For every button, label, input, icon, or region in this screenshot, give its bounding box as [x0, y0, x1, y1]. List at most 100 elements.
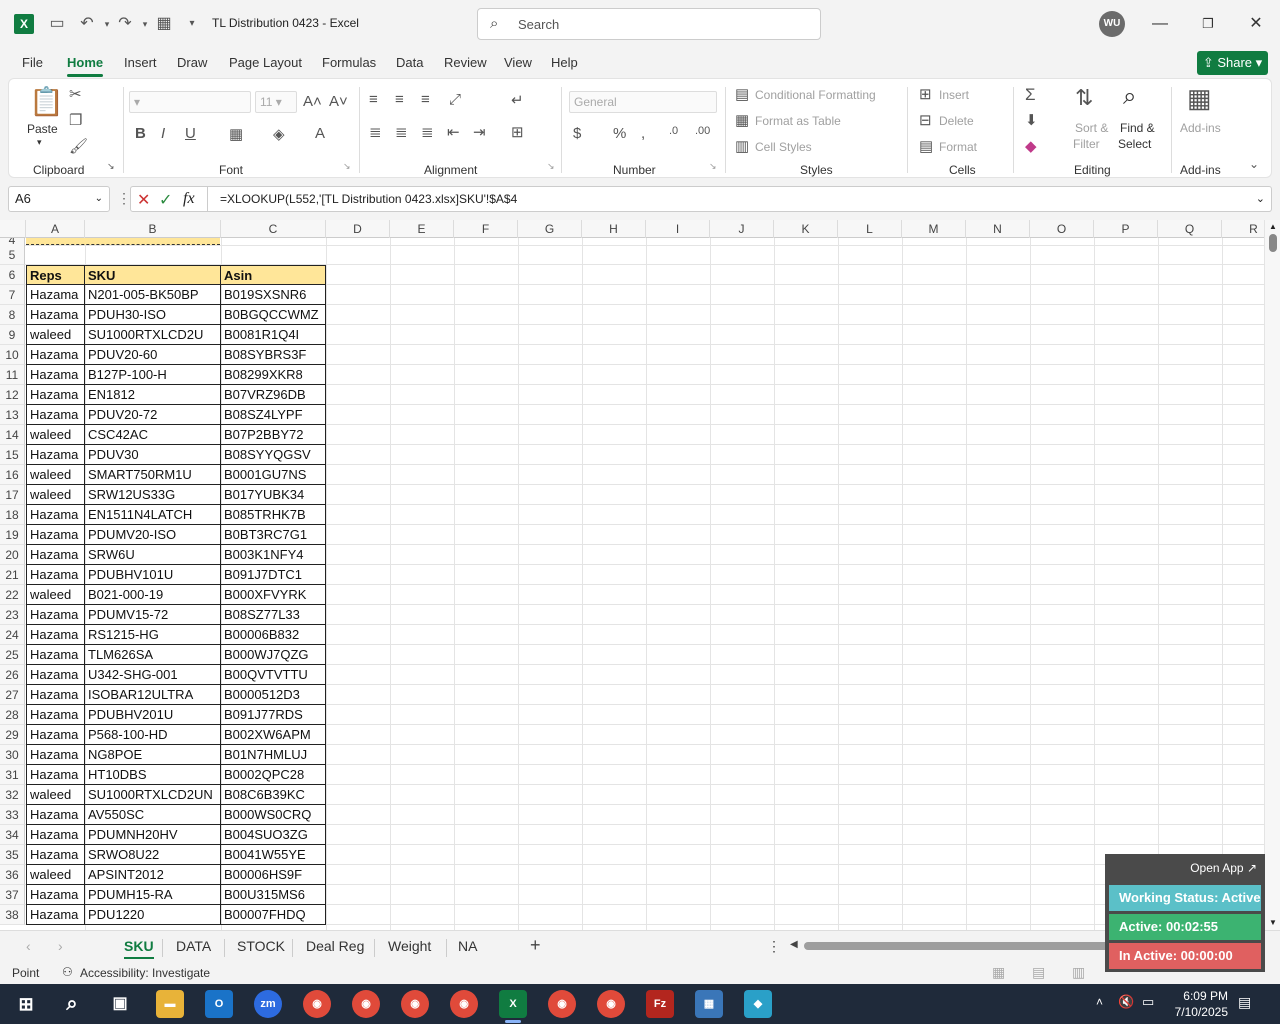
table-cell[interactable]: PDUMV20-ISO	[85, 525, 221, 545]
table-cell[interactable]: Hazama	[26, 765, 85, 785]
row-header[interactable]: 35	[0, 845, 25, 865]
table-cell[interactable]: B08SZ77L33	[221, 605, 326, 625]
sheet-tab-sku[interactable]: SKU	[124, 938, 154, 959]
table-cell[interactable]: Hazama	[26, 725, 85, 745]
table-cell[interactable]: Hazama	[26, 805, 85, 825]
table-cell[interactable]: PDUBHV101U	[85, 565, 221, 585]
table-cell[interactable]: PDUV20-72	[85, 405, 221, 425]
row-4-cells-partial[interactable]	[26, 238, 220, 245]
table-cell[interactable]: Hazama	[26, 385, 85, 405]
table-cell[interactable]: SRW6U	[85, 545, 221, 565]
chrome-profile-4-icon[interactable]: ◉	[450, 990, 478, 1018]
alignment-launcher-icon[interactable]: ↘	[547, 161, 555, 172]
cut-icon[interactable]: ✂	[69, 85, 82, 103]
table-cell[interactable]: Hazama	[26, 605, 85, 625]
table-cell[interactable]: SU1000RTXLCD2U	[85, 325, 221, 345]
chrome-profile-5-icon[interactable]: ◉	[548, 990, 576, 1018]
name-box-dropdown-icon[interactable]: ⌄	[95, 187, 103, 211]
number-launcher-icon[interactable]: ↘	[709, 161, 717, 172]
table-cell[interactable]: waleed	[26, 425, 85, 445]
more-options-icon[interactable]: ⋮	[117, 190, 131, 207]
table-cell[interactable]: EN1812	[85, 385, 221, 405]
sort-label[interactable]: Sort &	[1075, 121, 1108, 135]
row-header[interactable]: 9	[0, 325, 25, 345]
table-cell[interactable]: RS1215-HG	[85, 625, 221, 645]
menu-view[interactable]: View	[504, 55, 532, 70]
row-header[interactable]: 37	[0, 885, 25, 905]
column-header[interactable]: G	[518, 220, 582, 238]
table-cell[interactable]: waleed	[26, 585, 85, 605]
table-cell[interactable]: B0000512D3	[221, 685, 326, 705]
table-cell[interactable]: B091J7DTC1	[221, 565, 326, 585]
search-box[interactable]: ⌕ Search	[477, 8, 821, 40]
row-header[interactable]: 20	[0, 545, 25, 565]
comma-style-icon[interactable]: ,	[641, 125, 645, 142]
row-header[interactable]: 30	[0, 745, 25, 765]
table-cell[interactable]: Hazama	[26, 445, 85, 465]
menu-data[interactable]: Data	[396, 55, 423, 70]
column-header[interactable]: E	[390, 220, 454, 238]
tray-chevron-icon[interactable]: ˄	[1096, 995, 1103, 1009]
align-center-icon[interactable]: ≣	[395, 123, 408, 141]
column-header[interactable]: B	[85, 220, 221, 238]
windows-start-icon[interactable]: ⊞	[12, 990, 40, 1018]
table-cell[interactable]: PDUBHV201U	[85, 705, 221, 725]
conditional-formatting-label[interactable]: Conditional Formatting	[755, 88, 876, 102]
row-header[interactable]: 28	[0, 705, 25, 725]
tabs-options-icon[interactable]: ⋮	[767, 938, 781, 955]
table-cell[interactable]: Hazama	[26, 665, 85, 685]
table-cell[interactable]: B019SXSNR6	[221, 285, 326, 305]
table-cell[interactable]: Hazama	[26, 905, 85, 925]
collapse-ribbon-icon[interactable]: ⌄	[1249, 157, 1259, 171]
paste-icon[interactable]: 📋	[29, 85, 64, 119]
row-header[interactable]: 25	[0, 645, 25, 665]
font-color-icon[interactable]: A	[315, 125, 325, 142]
table-cell[interactable]: Hazama	[26, 825, 85, 845]
table-cell[interactable]: B000WJ7QZG	[221, 645, 326, 665]
sheet-tab-deal-reg[interactable]: Deal Reg	[306, 938, 364, 954]
format-painter-icon[interactable]: 🖌	[69, 137, 88, 155]
row-header[interactable]: 5	[0, 245, 25, 265]
column-header[interactable]: O	[1030, 220, 1094, 238]
column-header[interactable]: K	[774, 220, 838, 238]
open-app-button[interactable]: Open App ↗	[1190, 861, 1257, 875]
table-cell[interactable]: B00006HS9F	[221, 865, 326, 885]
row-header[interactable]: 6	[0, 265, 25, 285]
chrome-icon[interactable]: ◉	[303, 990, 331, 1018]
clock[interactable]: 6:09 PM 7/10/2025	[1166, 988, 1228, 1020]
outlook-icon[interactable]: O	[205, 990, 233, 1018]
add-ins-icon[interactable]: ▦	[1187, 83, 1212, 114]
increase-indent-icon[interactable]: ⇥	[473, 123, 486, 141]
row-header[interactable]: 14	[0, 425, 25, 445]
table-cell[interactable]: PDUV30	[85, 445, 221, 465]
delete-cells-label[interactable]: Delete	[939, 114, 974, 128]
restore-icon[interactable]: ❐	[1196, 12, 1220, 36]
vertical-scrollbar[interactable]: ▲ ▼	[1264, 220, 1280, 930]
cancel-icon[interactable]: ✕	[137, 190, 150, 210]
scroll-left-icon[interactable]: ◀	[790, 939, 798, 950]
row-header[interactable]: 7	[0, 285, 25, 305]
undo-icon[interactable]: ↶	[76, 12, 98, 36]
menu-insert[interactable]: Insert	[124, 55, 157, 70]
table-cell[interactable]: Hazama	[26, 305, 85, 325]
table-cell[interactable]: SRWO8U22	[85, 845, 221, 865]
table-cell[interactable]: B091J77RDS	[221, 705, 326, 725]
customize-toolbar-icon[interactable]: ▾	[181, 12, 203, 36]
increase-decimal-icon[interactable]: .0	[669, 125, 678, 137]
currency-icon[interactable]: $	[573, 125, 581, 142]
cell-styles-label[interactable]: Cell Styles	[755, 140, 812, 154]
table-cell[interactable]: Hazama	[26, 645, 85, 665]
find-label[interactable]: Find &	[1120, 121, 1155, 135]
table-cell[interactable]: B127P-100-H	[85, 365, 221, 385]
table-cell[interactable]: Hazama	[26, 365, 85, 385]
filezilla-icon[interactable]: Fz	[646, 990, 674, 1018]
column-header[interactable]: N	[966, 220, 1030, 238]
redo-icon[interactable]: ↷	[114, 12, 136, 36]
table-cell[interactable]: Hazama	[26, 685, 85, 705]
table-cell[interactable]: B003K1NFY4	[221, 545, 326, 565]
table-cell[interactable]: waleed	[26, 785, 85, 805]
row-header[interactable]: 8	[0, 305, 25, 325]
table-cell[interactable]: B000XFVYRK	[221, 585, 326, 605]
table-cell[interactable]: Hazama	[26, 625, 85, 645]
table-cell[interactable]: B08SZ4LYPF	[221, 405, 326, 425]
